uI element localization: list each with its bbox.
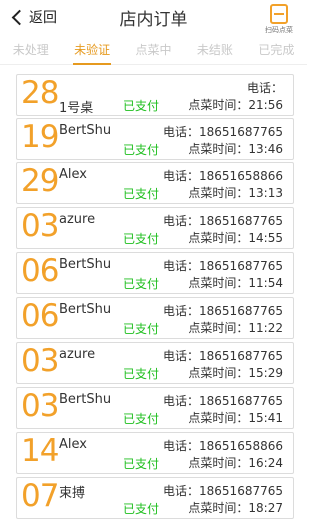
- scan-icon: [270, 4, 288, 24]
- order-card[interactable]: 03 BertShu 已支付 电话：18651687765 点菜时间：15:41: [16, 387, 294, 429]
- order-time: 点菜时间：16:24: [188, 456, 283, 470]
- order-name: azure: [59, 212, 96, 227]
- order-number: 03: [21, 208, 59, 244]
- payment-status: 已支付: [123, 367, 160, 381]
- payment-status: 已支付: [123, 187, 160, 201]
- order-number: 28: [21, 75, 59, 111]
- order-phone: 电话：18651658866: [163, 169, 283, 183]
- order-name: Alex: [59, 437, 87, 452]
- order-name: 1号桌: [59, 101, 94, 116]
- tab-unprocessed[interactable]: 未处理: [0, 36, 61, 64]
- order-phone: 电话：18651687765: [163, 349, 283, 363]
- tab-unverified[interactable]: 未验证: [61, 36, 122, 65]
- order-number: 19: [21, 119, 59, 155]
- order-number: 03: [21, 388, 59, 424]
- order-phone: 电话：18651687765: [163, 125, 283, 139]
- order-name: BertShu: [59, 257, 112, 272]
- order-time: 点菜时间：11:22: [188, 321, 283, 335]
- order-card[interactable]: 06 BertShu 已支付 电话：18651687765 点菜时间：11:22: [16, 297, 294, 339]
- order-time: 点菜时间：21:56: [188, 98, 283, 112]
- order-number: 06: [21, 253, 59, 289]
- order-phone: 电话：18651658866: [163, 439, 283, 453]
- order-name: BertShu: [59, 123, 112, 138]
- tab-ordering[interactable]: 点菜中: [123, 36, 184, 64]
- order-time: 点菜时间：11:54: [188, 276, 283, 290]
- order-card[interactable]: 07 束搏 已支付 电话：18651687765 点菜时间：18:27: [16, 477, 294, 519]
- order-card[interactable]: 28 1号桌 已支付 电话： 点菜时间：21:56: [16, 74, 294, 116]
- order-card[interactable]: 14 Alex 已支付 电话：18651658866 点菜时间：16:24: [16, 432, 294, 474]
- order-card[interactable]: 06 BertShu 已支付 电话：18651687765 点菜时间：11:54: [16, 252, 294, 294]
- order-time: 点菜时间：15:41: [188, 411, 283, 425]
- scan-label: 扫码点菜: [265, 26, 293, 34]
- payment-status: 已支付: [123, 232, 160, 246]
- order-card[interactable]: 29 Alex 已支付 电话：18651658866 点菜时间：13:13: [16, 162, 294, 204]
- payment-status: 已支付: [123, 502, 160, 516]
- order-name: 束搏: [59, 486, 86, 501]
- order-name: BertShu: [59, 302, 112, 317]
- tab-unsettled[interactable]: 未结账: [184, 36, 245, 64]
- app-header: 返回 店内订单 扫码点菜: [0, 0, 307, 34]
- order-time: 点菜时间：18:27: [188, 501, 283, 515]
- payment-status: 已支付: [123, 143, 160, 157]
- status-tabs: 未处理 未验证 点菜中 未结账 已完成: [0, 36, 307, 65]
- order-number: 03: [21, 343, 59, 379]
- order-phone: 电话：18651687765: [163, 304, 283, 318]
- order-name: Alex: [59, 167, 87, 182]
- order-phone: 电话：18651687765: [163, 394, 283, 408]
- order-number: 29: [21, 163, 59, 199]
- order-phone: 电话：: [246, 81, 283, 95]
- order-card[interactable]: 19 BertShu 已支付 电话：18651687765 点菜时间：13:46: [16, 118, 294, 160]
- order-time: 点菜时间：14:55: [188, 231, 283, 245]
- order-number: 07: [21, 478, 59, 514]
- scan-order-button[interactable]: 扫码点菜: [261, 4, 297, 35]
- order-phone: 电话：18651687765: [163, 484, 283, 498]
- order-number: 06: [21, 298, 59, 334]
- payment-status: 已支付: [123, 412, 160, 426]
- order-phone: 电话：18651687765: [163, 259, 283, 273]
- payment-status: 已支付: [123, 457, 160, 471]
- order-time: 点菜时间：13:13: [188, 186, 283, 200]
- tab-completed[interactable]: 已完成: [246, 36, 307, 64]
- order-name: BertShu: [59, 392, 112, 407]
- order-time: 点菜时间：15:29: [188, 366, 283, 380]
- order-name: azure: [59, 347, 96, 362]
- payment-status: 已支付: [123, 322, 160, 336]
- order-card[interactable]: 03 azure 已支付 电话：18651687765 点菜时间：15:29: [16, 342, 294, 384]
- payment-status: 已支付: [123, 277, 160, 291]
- order-card[interactable]: 03 azure 已支付 电话：18651687765 点菜时间：14:55: [16, 207, 294, 249]
- order-number: 14: [21, 433, 59, 469]
- payment-status: 已支付: [123, 99, 160, 113]
- order-time: 点菜时间：13:46: [188, 142, 283, 156]
- order-phone: 电话：18651687765: [163, 214, 283, 228]
